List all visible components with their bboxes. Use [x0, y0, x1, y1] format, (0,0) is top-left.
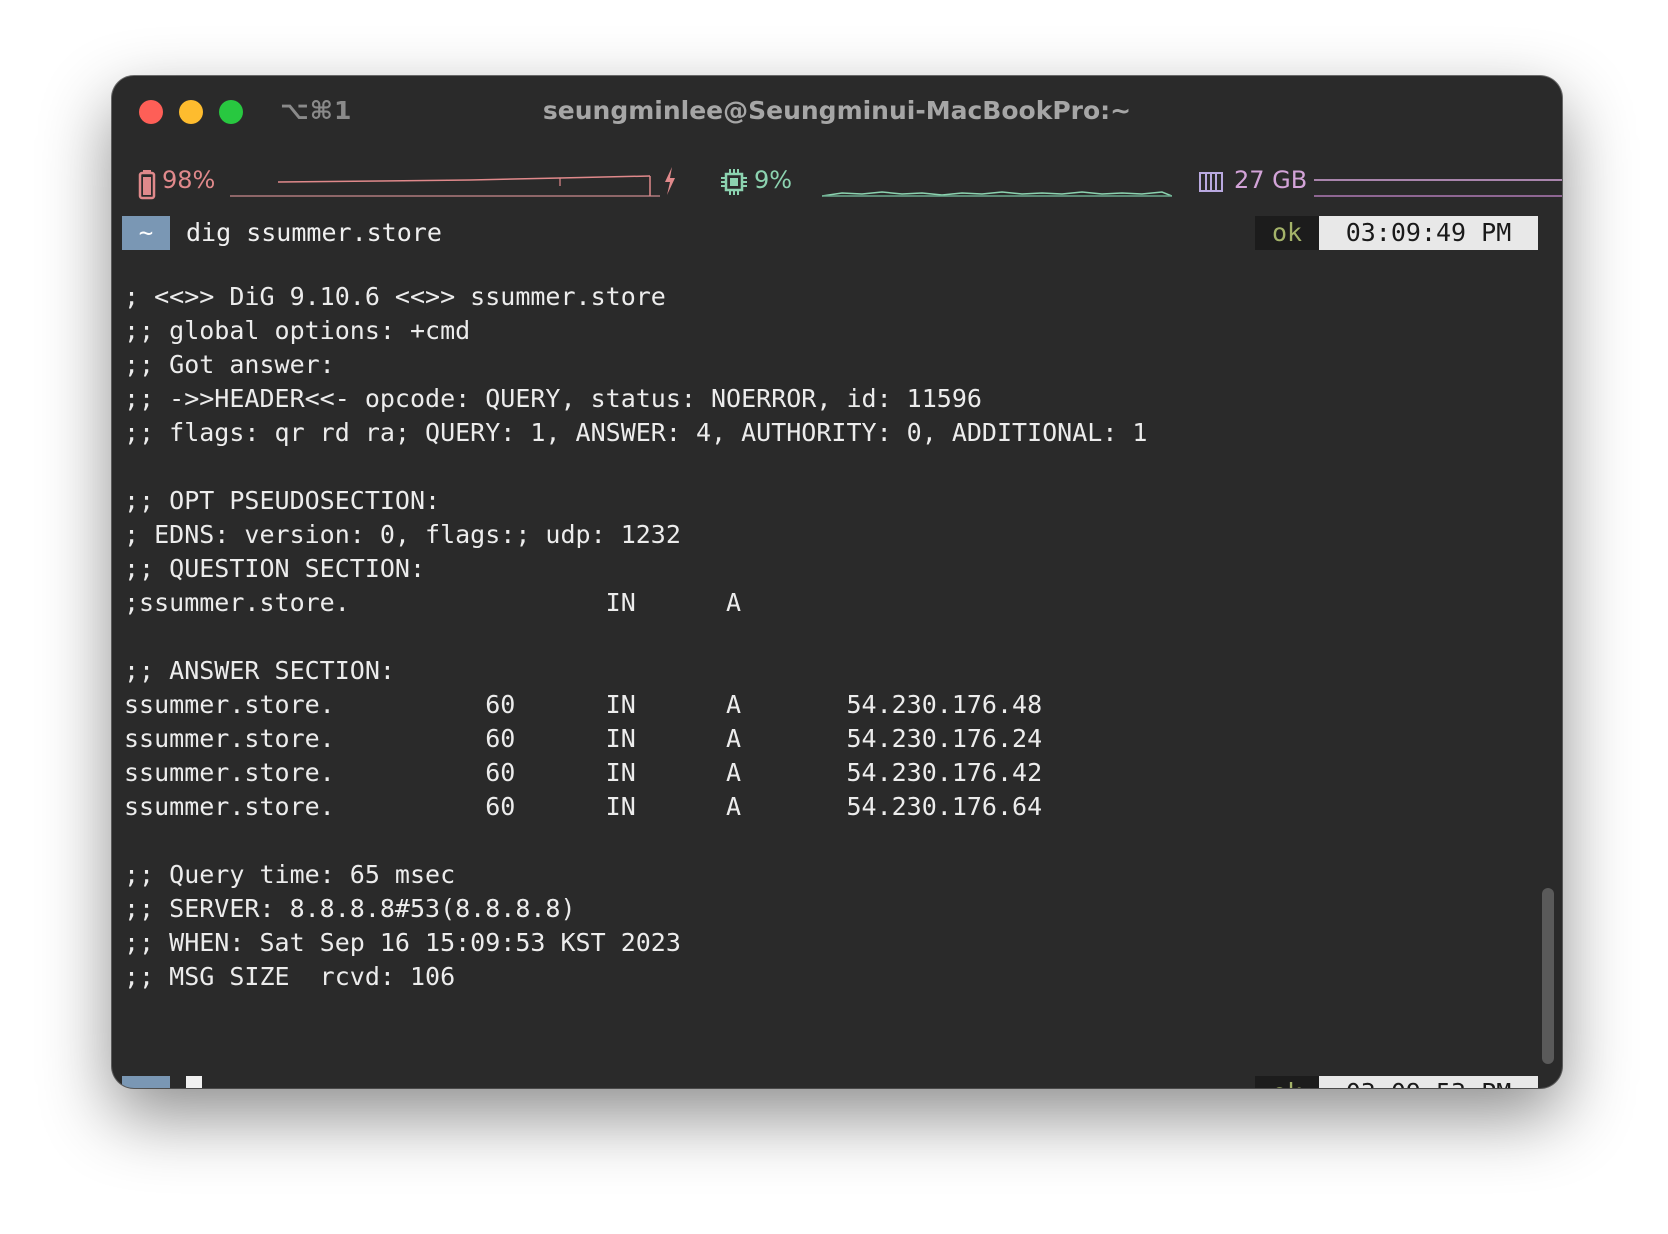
text-cursor[interactable]	[186, 1076, 202, 1088]
prompt-timestamp: 03:09:53 PM	[1319, 1076, 1538, 1088]
battery-percent: 98%	[162, 166, 216, 194]
prompt-timestamp: 03:09:49 PM	[1319, 216, 1538, 250]
output-line: ;; QUESTION SECTION:	[124, 554, 426, 583]
prompt-directory: ~	[122, 216, 170, 250]
prompt-directory: ~	[122, 1076, 170, 1088]
output-line: ssummer.store. 60 IN A 54.230.176.24	[124, 724, 1043, 753]
output-line: ;; OPT PSEUDOSECTION:	[124, 486, 441, 515]
output-line: ; <<>> DiG 9.10.6 <<>> ssummer.store	[124, 282, 666, 311]
window-title: seungminlee@Seungminui-MacBookPro:~	[542, 96, 1132, 125]
output-line: ;; SERVER: 8.8.8.8#53(8.8.8.8)	[124, 894, 576, 923]
cpu-sparkline	[822, 191, 1172, 197]
output-line: ;; Got answer:	[124, 350, 335, 379]
output-line: ; EDNS: version: 0, flags:; udp: 1232	[124, 520, 681, 549]
output-line: ssummer.store. 60 IN A 54.230.176.42	[124, 758, 1043, 787]
output-line: ;ssummer.store. IN A	[124, 588, 742, 617]
command-output: ; <<>> DiG 9.10.6 <<>> ssummer.store ;; g…	[124, 280, 1148, 994]
terminal-content[interactable]: ~ dig ssummer.store ok 03:09:49 PM ; <<>…	[122, 216, 1538, 1088]
cpu-percent: 9%	[754, 166, 793, 194]
exit-status-badge: ok	[1255, 216, 1319, 250]
memory-icon	[1199, 172, 1223, 192]
battery-sparkline	[230, 175, 660, 197]
output-line: ;; Query time: 65 msec	[124, 860, 456, 889]
lightning-bolt-icon	[665, 167, 675, 195]
exit-status-badge: ok	[1255, 1076, 1319, 1088]
output-line: ;; MSG SIZE rcvd: 106	[124, 962, 456, 991]
output-line: ssummer.store. 60 IN A 54.230.176.64	[124, 792, 1043, 821]
command-prompt: ~ dig ssummer.store ok 03:09:49 PM	[122, 216, 1538, 250]
memory-usage: 27 GB	[1234, 166, 1308, 194]
title-bar[interactable]: ⌥⌘1 seungminlee@Seungminui-MacBookPro:~	[112, 76, 1562, 152]
output-line: ;; global options: +cmd	[124, 316, 471, 345]
active-prompt[interactable]: ~ ok 03:09:53 PM	[122, 1076, 1538, 1088]
output-line: ;; flags: qr rd ra; QUERY: 1, ANSWER: 4,…	[124, 418, 1148, 447]
output-line: ;; WHEN: Sat Sep 16 15:09:53 KST 2023	[124, 928, 681, 957]
command-text: dig ssummer.store	[186, 218, 442, 247]
cpu-chip-icon	[721, 169, 747, 195]
output-line: ;; ->>HEADER<<- opcode: QUERY, status: N…	[124, 384, 982, 413]
terminal-window: ⌥⌘1 seungminlee@Seungminui-MacBookPro:~ …	[112, 76, 1562, 1088]
scrollbar[interactable]	[1542, 888, 1554, 1064]
status-bar: 98% 9% 27 GB	[112, 154, 1562, 210]
battery-icon	[138, 170, 156, 200]
output-line: ssummer.store. 60 IN A 54.230.176.48	[124, 690, 1043, 719]
memory-sparkline	[1314, 179, 1562, 197]
output-line: ;; ANSWER SECTION:	[124, 656, 395, 685]
